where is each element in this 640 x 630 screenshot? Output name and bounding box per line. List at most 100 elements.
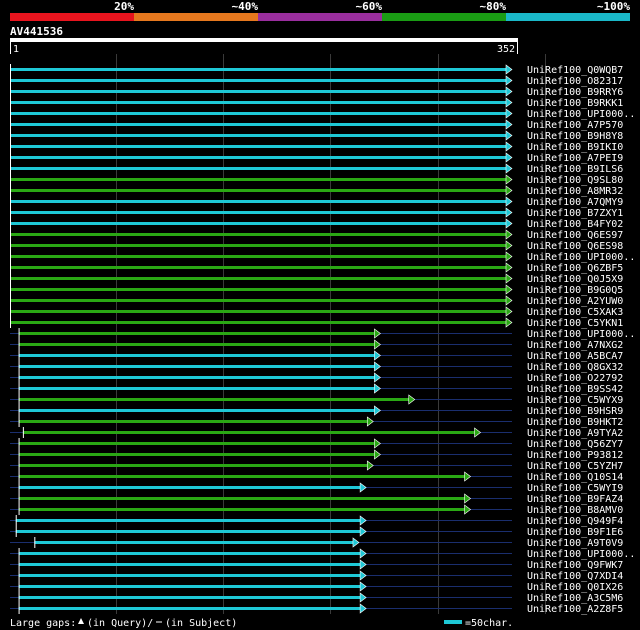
hit-label[interactable]: UniRef100_B9RKK1 <box>527 98 623 109</box>
hit-bar[interactable] <box>18 376 375 379</box>
hit-bar[interactable] <box>10 211 506 214</box>
hit-label[interactable]: UniRef100_B9SS42 <box>527 384 623 395</box>
hit-bar[interactable] <box>10 134 506 137</box>
hit-label[interactable]: UniRef100_A7QMY9 <box>527 197 623 208</box>
hit-label[interactable]: UniRef100_Q6ES98 <box>527 241 623 252</box>
hit-label[interactable]: UniRef100_UPI000.. <box>527 109 635 120</box>
hit-bar[interactable] <box>18 420 368 423</box>
hit-label[interactable]: UniRef100_C5YZH7 <box>527 461 623 472</box>
hit-label[interactable]: UniRef100_O22792 <box>527 373 623 384</box>
hit-label[interactable]: UniRef100_Q56ZY7 <box>527 439 623 450</box>
hit-bar[interactable] <box>10 112 506 115</box>
hit-label[interactable]: UniRef100_A9TYA2 <box>527 428 623 439</box>
hit-bar[interactable] <box>10 233 506 236</box>
hit-bar[interactable] <box>18 607 361 610</box>
hit-bar[interactable] <box>18 475 465 478</box>
hit-bar[interactable] <box>10 167 506 170</box>
hit-label[interactable]: UniRef100_A7NXG2 <box>527 340 623 351</box>
hit-label[interactable]: UniRef100_B8AMV0 <box>527 505 623 516</box>
hit-label[interactable]: UniRef100_Q7XDI4 <box>527 571 623 582</box>
hit-label[interactable]: UniRef100_A5BCA7 <box>527 351 623 362</box>
hit-bar[interactable] <box>10 145 506 148</box>
hit-bar[interactable] <box>10 90 506 93</box>
hit-bar[interactable] <box>10 321 506 324</box>
hit-label[interactable]: UniRef100_UPI000.. <box>527 329 635 340</box>
hit-bar[interactable] <box>10 255 506 258</box>
hit-bar[interactable] <box>10 288 506 291</box>
hit-label[interactable]: UniRef100_Q6ZBF5 <box>527 263 623 274</box>
hit-label[interactable]: UniRef100_C5YKN1 <box>527 318 623 329</box>
hit-label[interactable]: UniRef100_A2Z8F5 <box>527 604 623 615</box>
hit-bar[interactable] <box>10 266 506 269</box>
hit-label[interactable]: UniRef100_A2YUW0 <box>527 296 623 307</box>
hit-label[interactable]: UniRef100_Q9FWK7 <box>527 560 623 571</box>
hit-bar[interactable] <box>10 310 506 313</box>
hit-bar[interactable] <box>18 398 409 401</box>
hit-bar[interactable] <box>18 442 375 445</box>
hit-label[interactable]: UniRef100_A7P570 <box>527 120 623 131</box>
hit-label[interactable]: UniRef100_B7ZXY1 <box>527 208 623 219</box>
hit-bar[interactable] <box>22 431 475 434</box>
hit-bar[interactable] <box>18 497 465 500</box>
hit-label[interactable]: UniRef100_A7PEI9 <box>527 153 623 164</box>
hit-label[interactable]: UniRef100_B9RRY6 <box>527 87 623 98</box>
hit-bar[interactable] <box>15 530 361 533</box>
hit-bar[interactable] <box>10 277 506 280</box>
hit-label[interactable]: UniRef100_A8MR32 <box>527 186 623 197</box>
hit-bar[interactable] <box>18 453 375 456</box>
hit-label[interactable]: UniRef100_Q949F4 <box>527 516 623 527</box>
hit-bar[interactable] <box>18 354 375 357</box>
hit-label[interactable]: UniRef100_B9F1E6 <box>527 527 623 538</box>
hit-bar[interactable] <box>18 343 375 346</box>
hit-bar[interactable] <box>10 68 506 71</box>
hit-bar[interactable] <box>10 189 506 192</box>
hit-bar[interactable] <box>10 101 506 104</box>
hit-bar[interactable] <box>18 387 375 390</box>
hit-bar[interactable] <box>10 156 506 159</box>
hit-bar[interactable] <box>18 585 361 588</box>
hit-bar[interactable] <box>18 332 375 335</box>
hit-label[interactable]: UniRef100_B9IKI0 <box>527 142 623 153</box>
hit-bar[interactable] <box>18 365 375 368</box>
hit-label[interactable]: UniRef100_B9ILS6 <box>527 164 623 175</box>
hit-label[interactable]: UniRef100_Q0IX26 <box>527 582 623 593</box>
hit-bar[interactable] <box>18 409 375 412</box>
hit-label[interactable]: UniRef100_B9FAZ4 <box>527 494 623 505</box>
hit-label[interactable]: UniRef100_Q10S14 <box>527 472 623 483</box>
hit-bar[interactable] <box>10 178 506 181</box>
hit-bar[interactable] <box>10 79 506 82</box>
hit-bar[interactable] <box>15 519 361 522</box>
hit-label[interactable]: UniRef100_B9G0Q5 <box>527 285 623 296</box>
hit-bar[interactable] <box>18 563 361 566</box>
hit-label[interactable]: UniRef100_Q9SL80 <box>527 175 623 186</box>
hit-label[interactable]: UniRef100_B9HSR9 <box>527 406 623 417</box>
hit-bar[interactable] <box>10 123 506 126</box>
hit-label[interactable]: UniRef100_C5WYI9 <box>527 483 623 494</box>
hit-bar[interactable] <box>18 574 361 577</box>
hit-label[interactable]: UniRef100_A3C5M6 <box>527 593 623 604</box>
hit-bar[interactable] <box>18 486 361 489</box>
hit-bar[interactable] <box>10 200 506 203</box>
hit-label[interactable]: UniRef100_Q0WQB7 <box>527 65 623 76</box>
hit-bar[interactable] <box>10 299 506 302</box>
hit-label[interactable]: UniRef100_C5XAK3 <box>527 307 623 318</box>
hit-label[interactable]: UniRef100_B9H8Y8 <box>527 131 623 142</box>
hit-bar[interactable] <box>18 596 361 599</box>
hit-bar[interactable] <box>18 508 465 511</box>
hit-bar[interactable] <box>10 244 506 247</box>
hit-label[interactable]: UniRef100_P93812 <box>527 450 623 461</box>
hit-label[interactable]: UniRef100_C5WYX9 <box>527 395 623 406</box>
hit-label[interactable]: UniRef100_Q8GX32 <box>527 362 623 373</box>
hit-label[interactable]: UniRef100_UPI000.. <box>527 252 635 263</box>
hit-label[interactable]: UniRef100_Q6ES97 <box>527 230 623 241</box>
hit-label[interactable]: UniRef100_B4FY02 <box>527 219 623 230</box>
hit-label[interactable]: UniRef100_A9T0V9 <box>527 538 623 549</box>
hit-label[interactable]: UniRef100_O82317 <box>527 76 623 87</box>
hit-bar[interactable] <box>10 222 506 225</box>
hit-bar[interactable] <box>18 552 361 555</box>
hit-bar[interactable] <box>34 541 353 544</box>
hit-label[interactable]: UniRef100_B9HKT2 <box>527 417 623 428</box>
hit-label[interactable]: UniRef100_Q0J5X9 <box>527 274 623 285</box>
hit-bar[interactable] <box>18 464 368 467</box>
hit-label[interactable]: UniRef100_UPI000.. <box>527 549 635 560</box>
